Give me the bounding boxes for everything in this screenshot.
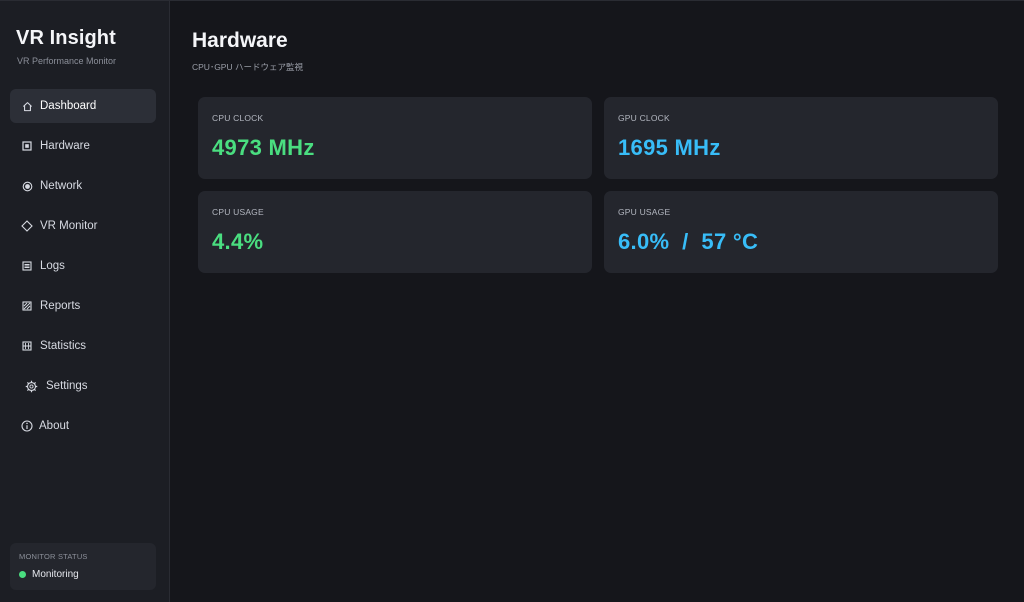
- monitor-status-label: MONITOR STATUS: [19, 552, 88, 561]
- cpu-usage-value: 4.4%: [212, 229, 264, 254]
- cpu-usage-card: CPU USAGE 4.4%: [198, 191, 592, 273]
- main-content: Hardware CPU･GPU ハードウェア監視 CPU CLOCK 4973…: [170, 1, 1024, 602]
- monitor-status: Monitoring: [19, 569, 147, 580]
- sidebar-item-label: Hardware: [40, 140, 90, 152]
- gpu-usage-value: 6.0% / 57 °C: [618, 229, 759, 254]
- page-subtitle: CPU･GPU ハードウェア監視: [192, 62, 303, 72]
- gear-icon: [22, 380, 40, 393]
- sidebar-item-about[interactable]: About: [10, 409, 156, 443]
- sidebar-item-label: About: [39, 420, 70, 432]
- status-dot-icon: [19, 571, 26, 578]
- card-label: CPU USAGE: [212, 207, 264, 217]
- info-icon: [20, 420, 34, 432]
- sidebar-item-label: Network: [40, 180, 83, 192]
- sidebar-item-label: Settings: [46, 380, 88, 392]
- sidebar-item-label: Dashboard: [40, 100, 97, 112]
- card-label: GPU CLOCK: [618, 113, 670, 123]
- network-icon: [20, 181, 34, 192]
- app-subtitle: VR Performance Monitor: [17, 56, 117, 66]
- card-label: CPU CLOCK: [212, 113, 264, 123]
- sidebar-item-label: Reports: [40, 300, 81, 312]
- sidebar-nav: Dashboard Hardware Network VR Monitor Lo…: [10, 89, 156, 443]
- reports-icon: [20, 301, 34, 311]
- sidebar-item-network[interactable]: Network: [10, 169, 156, 203]
- app-window: VR Insight VR Performance Monitor Dashbo…: [0, 0, 1024, 602]
- sidebar-item-label: Statistics: [40, 340, 87, 352]
- gpu-clock-card: GPU CLOCK 1695 MHz: [604, 97, 998, 179]
- gpu-clock-value: 1695 MHz: [618, 135, 721, 160]
- gpu-usage-card: GPU USAGE 6.0% / 57 °C: [604, 191, 998, 273]
- logs-icon: [20, 261, 34, 271]
- page-title: Hardware: [192, 29, 288, 52]
- metrics-grid: CPU CLOCK 4973 MHz GPU CLOCK 1695 MHz CP…: [198, 97, 1000, 273]
- sidebar-item-statistics[interactable]: Statistics: [10, 329, 156, 363]
- sidebar-item-hardware[interactable]: Hardware: [10, 129, 156, 163]
- cpu-clock-value: 4973 MHz: [212, 135, 315, 160]
- home-icon: [20, 101, 34, 112]
- sidebar-item-vr-monitor[interactable]: VR Monitor: [10, 209, 156, 243]
- sidebar-item-reports[interactable]: Reports: [10, 289, 156, 323]
- monitor-status-value: Monitoring: [32, 569, 79, 580]
- diamond-icon: [20, 220, 34, 232]
- sidebar-item-logs[interactable]: Logs: [10, 249, 156, 283]
- app-title: VR Insight: [16, 27, 116, 49]
- sidebar-item-label: Logs: [40, 260, 65, 272]
- sidebar-item-label: VR Monitor: [40, 220, 98, 232]
- cpu-clock-card: CPU CLOCK 4973 MHz: [198, 97, 592, 179]
- sidebar-item-settings[interactable]: Settings: [10, 369, 156, 403]
- sidebar-item-dashboard[interactable]: Dashboard: [10, 89, 156, 123]
- statistics-icon: [20, 341, 34, 351]
- chip-icon: [20, 141, 34, 151]
- card-label: GPU USAGE: [618, 207, 671, 217]
- monitor-status-panel: MONITOR STATUS Monitoring: [10, 543, 156, 590]
- sidebar: VR Insight VR Performance Monitor Dashbo…: [0, 1, 170, 602]
